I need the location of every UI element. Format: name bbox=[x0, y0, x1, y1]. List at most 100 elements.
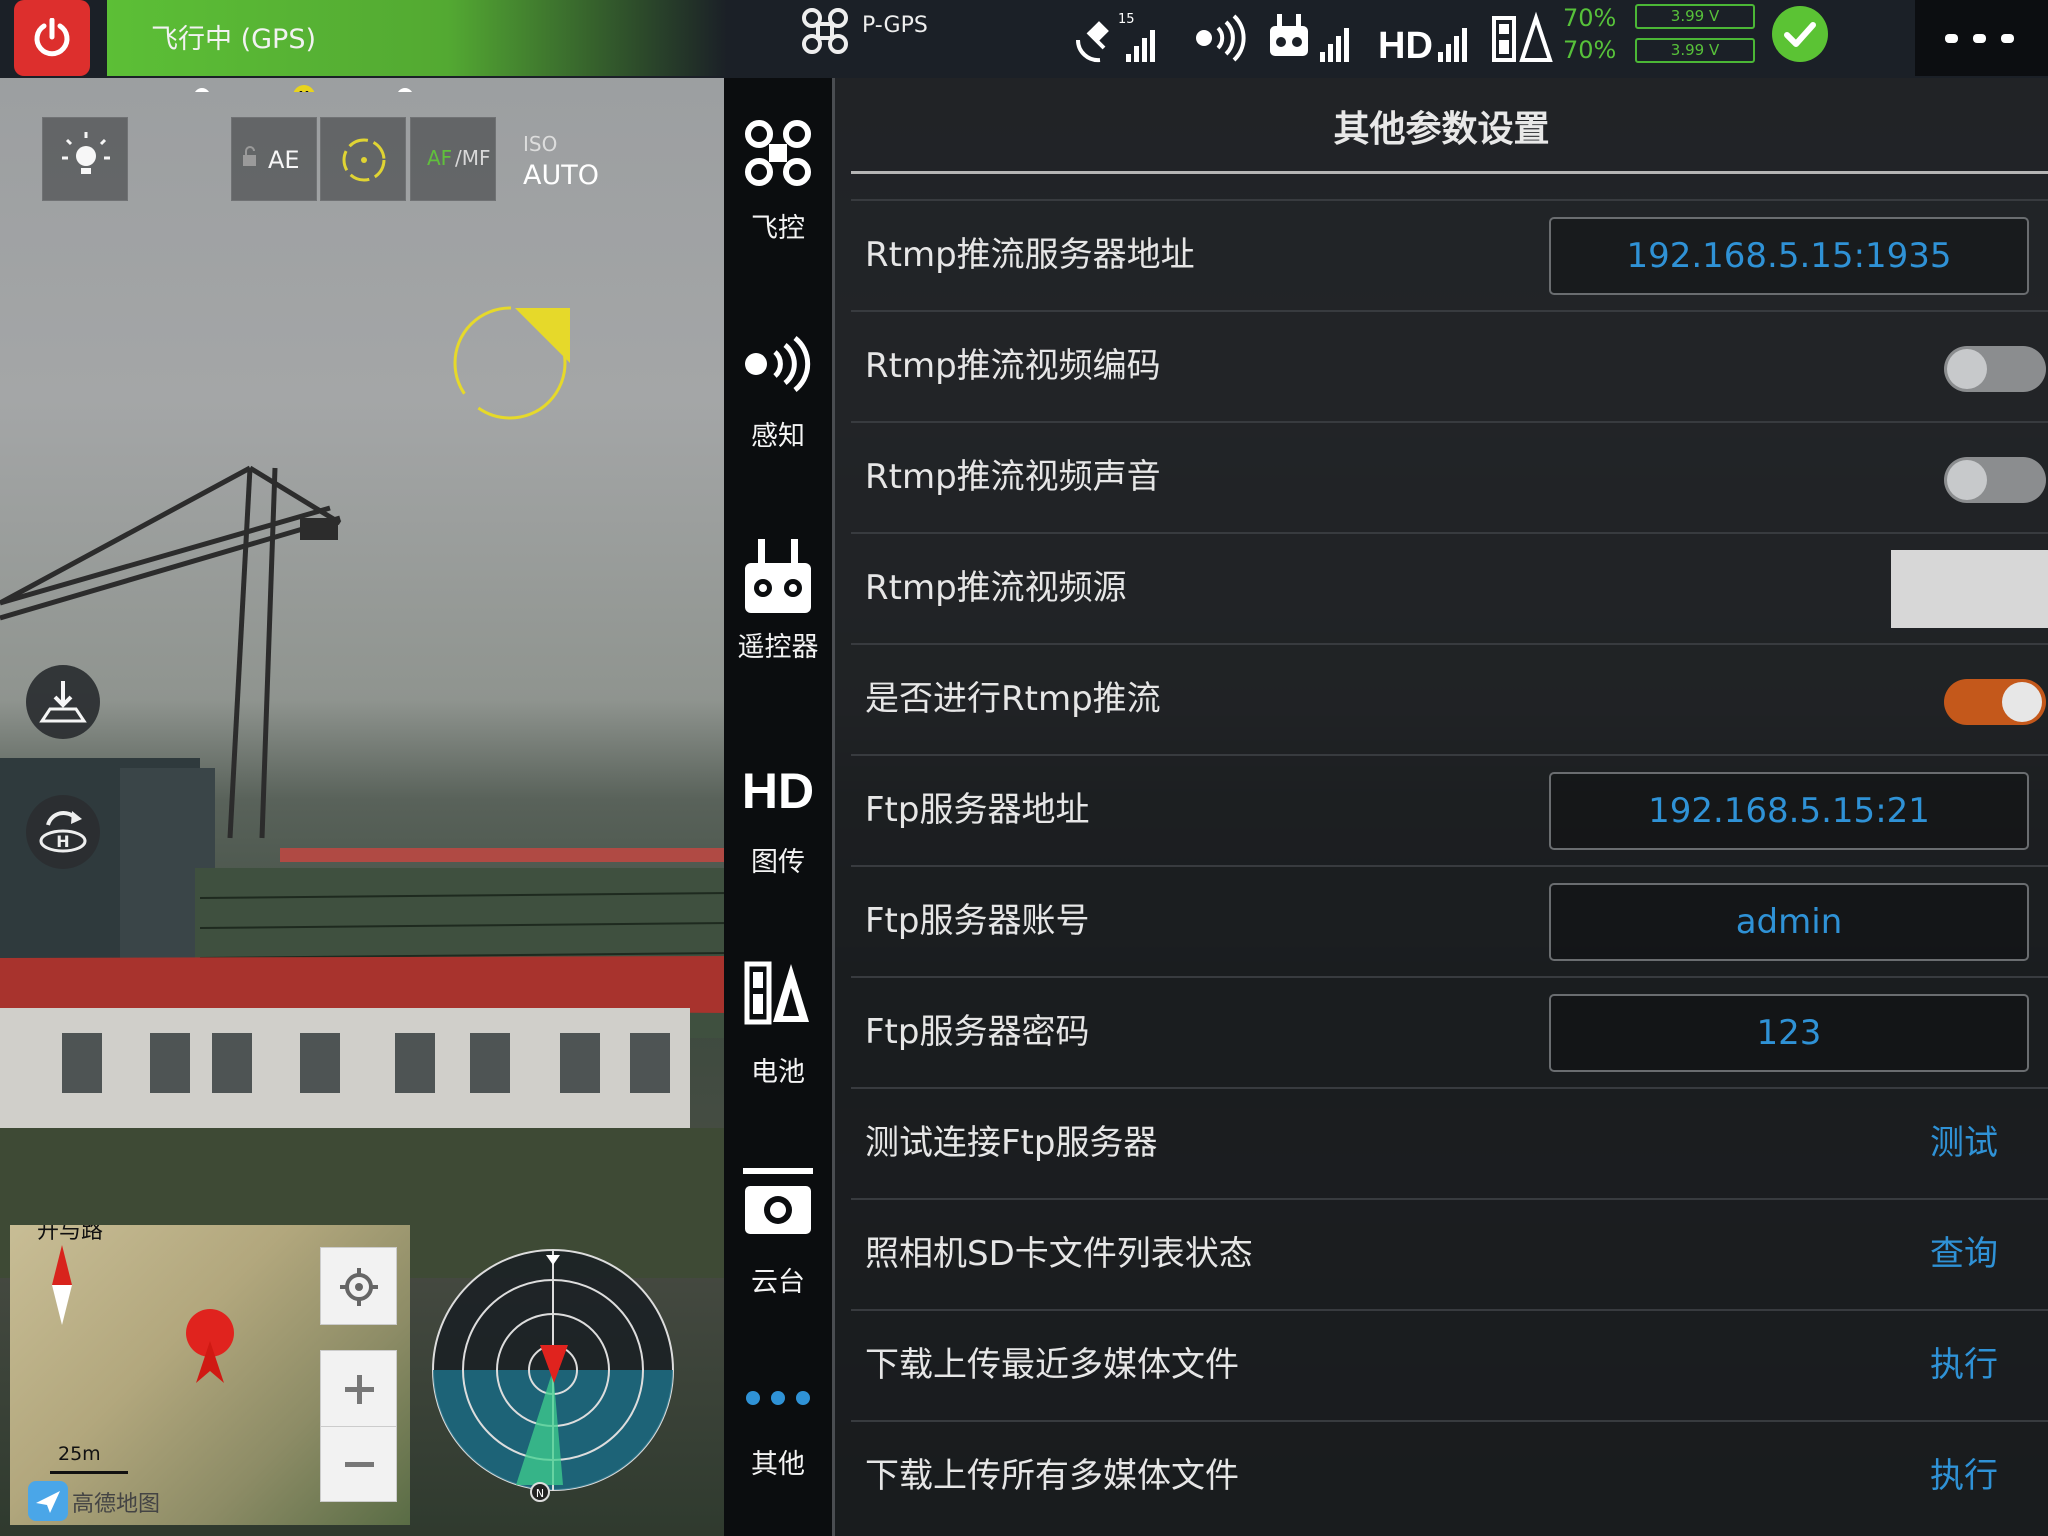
map-scale-bar bbox=[50, 1471, 128, 1474]
sidebar-item-label: 电池 bbox=[751, 1057, 805, 1088]
setting-label: 照相机SD卡文件列表状态 bbox=[865, 1234, 1253, 1274]
setting-label: Ftp服务器地址 bbox=[865, 790, 1090, 830]
remote-controller-icon bbox=[745, 539, 811, 613]
sidebar-item-flight-control[interactable]: 飞控 bbox=[724, 118, 832, 298]
settings-panel: 其他参数设置 Rtmp推流服务器地址 192.168.5.15:1935 Rtm… bbox=[835, 78, 2048, 1536]
title-divider bbox=[851, 171, 2048, 174]
setting-label: Rtmp推流视频源 bbox=[865, 568, 1127, 608]
ae-lock-button[interactable]: AE bbox=[231, 117, 317, 201]
iso-label: ISO bbox=[523, 132, 558, 156]
toggle-knob bbox=[2002, 682, 2042, 722]
rtmp-video-audio-toggle[interactable] bbox=[1944, 457, 2046, 503]
status-ok-badge[interactable] bbox=[1772, 6, 1828, 62]
setting-row-upload-all: 下载上传所有多媒体文件 执行 bbox=[851, 1420, 2048, 1531]
sidebar-item-battery[interactable]: 电池 bbox=[724, 958, 832, 1108]
toggle-knob bbox=[1947, 349, 1987, 389]
lock-icon bbox=[243, 146, 256, 166]
setting-label: Rtmp推流服务器地址 bbox=[865, 235, 1195, 275]
metering-target-icon bbox=[342, 138, 386, 182]
amap-logo-icon bbox=[28, 1481, 68, 1521]
hd-icon: HD bbox=[742, 763, 814, 818]
progress-marker bbox=[398, 88, 412, 92]
more-dots-icon bbox=[746, 1391, 810, 1405]
ftp-test-button[interactable]: 测试 bbox=[1930, 1089, 1998, 1198]
hd-signal-icon: HD bbox=[1378, 25, 1467, 66]
flight-progress-bar: H bbox=[195, 85, 412, 92]
top-status-bar: 飞行中 (GPS) P-GPS 15 HD 70% 70% 3.99 V 3.9… bbox=[0, 0, 2048, 78]
sidebar-item-label: 图传 bbox=[751, 847, 805, 878]
locate-button[interactable] bbox=[320, 1247, 397, 1325]
setting-row-sd-card-status: 照相机SD卡文件列表状态 查询 bbox=[851, 1198, 2048, 1309]
metering-button[interactable] bbox=[320, 117, 406, 201]
svg-text:N: N bbox=[536, 1487, 544, 1500]
setting-label: Ftp服务器密码 bbox=[865, 1012, 1090, 1052]
flight-status-label[interactable]: 飞行中 (GPS) bbox=[107, 0, 727, 76]
sidebar-item-remote-controller[interactable]: 遥控器 bbox=[724, 535, 832, 675]
land-button[interactable] bbox=[26, 665, 100, 739]
focus-mode-button[interactable]: AF /MF bbox=[410, 117, 496, 201]
return-home-icon: H bbox=[39, 811, 87, 853]
toggle-knob bbox=[1947, 460, 1987, 500]
flight-mode-label: P-GPS bbox=[862, 13, 928, 38]
sidebar-item-gimbal[interactable]: 云台 bbox=[724, 1168, 832, 1318]
upload-all-execute-button[interactable]: 执行 bbox=[1930, 1422, 1998, 1531]
mf-label: /MF bbox=[455, 146, 491, 170]
setting-row-upload-recent: 下载上传最近多媒体文件 执行 bbox=[851, 1309, 2048, 1420]
setting-row-ftp-server: Ftp服务器地址 192.168.5.15:21 bbox=[851, 754, 2048, 865]
settings-sidebar: 飞控 感知 遥控器 HD 图传 电池 云台 其他 bbox=[724, 78, 835, 1536]
return-home-button[interactable]: H bbox=[26, 795, 100, 869]
iso-value[interactable]: AUTO bbox=[523, 160, 599, 191]
af-label: AF bbox=[427, 146, 453, 170]
setting-label: Ftp服务器账号 bbox=[865, 901, 1090, 941]
setting-label: 下载上传最近多媒体文件 bbox=[865, 1345, 1239, 1385]
sidebar-item-label: 云台 bbox=[751, 1267, 805, 1298]
light-button[interactable] bbox=[42, 117, 128, 201]
sd-card-query-button[interactable]: 查询 bbox=[1930, 1200, 1998, 1309]
sidebar-item-sensor[interactable]: 感知 bbox=[724, 336, 832, 476]
setting-row-rtmp-server: Rtmp推流服务器地址 192.168.5.15:1935 bbox=[851, 199, 2048, 310]
check-icon bbox=[1784, 22, 1816, 47]
sidebar-item-image-transmission[interactable]: HD 图传 bbox=[724, 758, 832, 898]
more-menu-button[interactable] bbox=[1915, 0, 2048, 76]
upload-recent-execute-button[interactable]: 执行 bbox=[1930, 1311, 1998, 1420]
map-road-label: 开与路 bbox=[37, 1225, 104, 1244]
satellite-count: 15 bbox=[1118, 12, 1135, 27]
power-button[interactable] bbox=[14, 0, 90, 76]
zoom-in-button[interactable] bbox=[321, 1351, 396, 1427]
setting-label: 测试连接Ftp服务器 bbox=[865, 1123, 1158, 1163]
sidebar-item-label: 飞控 bbox=[751, 213, 805, 244]
zoom-controls bbox=[320, 1350, 397, 1502]
sidebar-item-other[interactable]: 其他 bbox=[724, 1388, 832, 1528]
svg-text:HD: HD bbox=[1378, 25, 1433, 66]
sidebar-item-label: 遥控器 bbox=[737, 632, 819, 663]
rtmp-video-encode-toggle[interactable] bbox=[1944, 346, 2046, 392]
light-icon bbox=[62, 132, 110, 174]
rtmp-video-source-select[interactable] bbox=[1891, 550, 2048, 628]
setting-row-rtmp-enable: 是否进行Rtmp推流 bbox=[851, 643, 2048, 754]
setting-row-rtmp-video-source: Rtmp推流视频源 bbox=[851, 532, 2048, 643]
setting-row-rtmp-video-audio: Rtmp推流视频声音 bbox=[851, 421, 2048, 532]
ftp-password-input[interactable]: 123 bbox=[1549, 994, 2029, 1072]
power-icon bbox=[34, 18, 70, 57]
sensor-icon bbox=[1196, 14, 1246, 62]
sensor-icon bbox=[745, 336, 811, 392]
drone-location-marker-icon bbox=[186, 1309, 234, 1383]
ftp-account-input[interactable]: admin bbox=[1549, 883, 2029, 961]
drone-icon bbox=[802, 8, 848, 54]
cell-voltage-2: 3.99 V bbox=[1635, 38, 1755, 63]
rtmp-server-input[interactable]: 192.168.5.15:1935 bbox=[1549, 217, 2029, 295]
ftp-server-input[interactable]: 192.168.5.15:21 bbox=[1549, 772, 2029, 850]
progress-marker bbox=[195, 88, 209, 92]
battery-percent-1: 70% bbox=[1563, 4, 1617, 32]
svg-text:HD: HD bbox=[742, 763, 814, 818]
panel-title: 其他参数设置 bbox=[1333, 109, 1550, 150]
rtmp-enable-toggle[interactable] bbox=[1944, 679, 2046, 725]
battery-icon bbox=[1492, 11, 1553, 62]
attitude-radar: N bbox=[432, 1249, 674, 1502]
map-scale-label: 25m bbox=[58, 1443, 101, 1465]
sidebar-item-label: 其他 bbox=[751, 1449, 805, 1480]
mini-map[interactable]: 开与路 25m 高德地图 bbox=[10, 1225, 410, 1525]
menu-dot bbox=[1945, 34, 1958, 43]
zoom-out-button[interactable] bbox=[321, 1427, 396, 1502]
setting-row-ftp-test: 测试连接Ftp服务器 测试 bbox=[851, 1087, 2048, 1198]
